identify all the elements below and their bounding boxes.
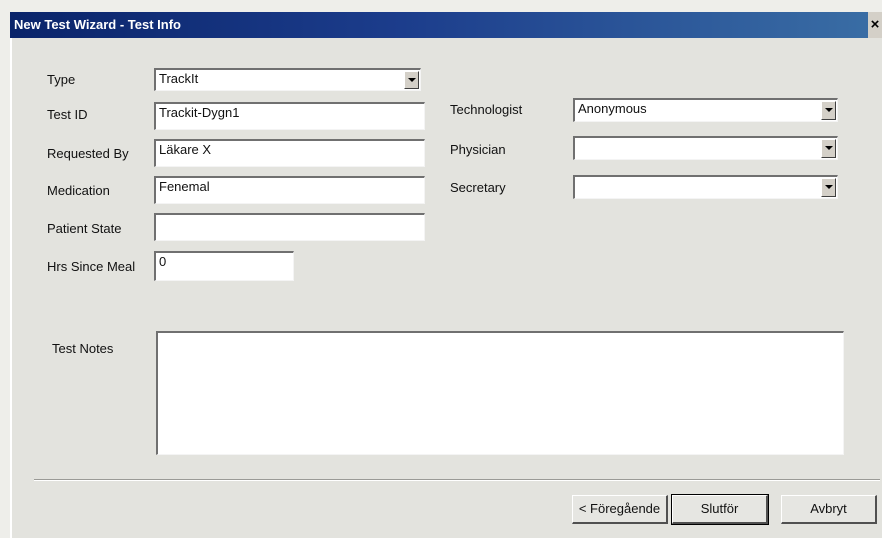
requested-by-label: Requested By: [47, 146, 129, 161]
secretary-label: Secretary: [450, 180, 506, 195]
patient-state-input[interactable]: [154, 213, 425, 241]
type-label: Type: [47, 72, 76, 87]
cancel-button[interactable]: Avbryt: [781, 495, 877, 524]
chevron-down-icon[interactable]: [821, 178, 836, 197]
physician-select[interactable]: [573, 136, 838, 160]
test-notes-label: Test Notes: [52, 341, 114, 356]
secretary-select[interactable]: [573, 175, 838, 199]
patient-state-label: Patient State: [47, 221, 122, 236]
hrs-since-meal-label: Hrs Since Meal: [47, 259, 136, 274]
technologist-value: Anonymous: [578, 101, 647, 116]
finish-button[interactable]: Slutför: [671, 494, 769, 525]
type-select[interactable]: TrackIt: [154, 68, 421, 91]
separator-line: [34, 479, 880, 481]
window-title: New Test Wizard - Test Info: [14, 17, 181, 32]
wizard-dialog: [10, 12, 882, 538]
close-icon[interactable]: ×: [868, 12, 882, 38]
chevron-down-icon[interactable]: [821, 139, 836, 158]
physician-label: Physician: [450, 142, 506, 157]
medication-input[interactable]: Fenemal: [154, 176, 425, 204]
test-id-label: Test ID: [47, 107, 88, 122]
title-bar: New Test Wizard - Test Info ×: [10, 12, 882, 38]
technologist-select[interactable]: Anonymous: [573, 98, 838, 122]
requested-by-input[interactable]: Läkare X: [154, 139, 425, 167]
medication-label: Medication: [47, 183, 110, 198]
technologist-label: Technologist: [450, 102, 523, 117]
hrs-since-meal-input[interactable]: 0: [154, 251, 294, 281]
back-button[interactable]: < Föregående: [572, 495, 668, 524]
test-notes-textarea[interactable]: [156, 331, 844, 455]
chevron-down-icon[interactable]: [821, 101, 836, 120]
type-value: TrackIt: [159, 71, 199, 86]
chevron-down-icon[interactable]: [404, 71, 419, 89]
test-id-input[interactable]: Trackit-Dygn1: [154, 102, 425, 130]
